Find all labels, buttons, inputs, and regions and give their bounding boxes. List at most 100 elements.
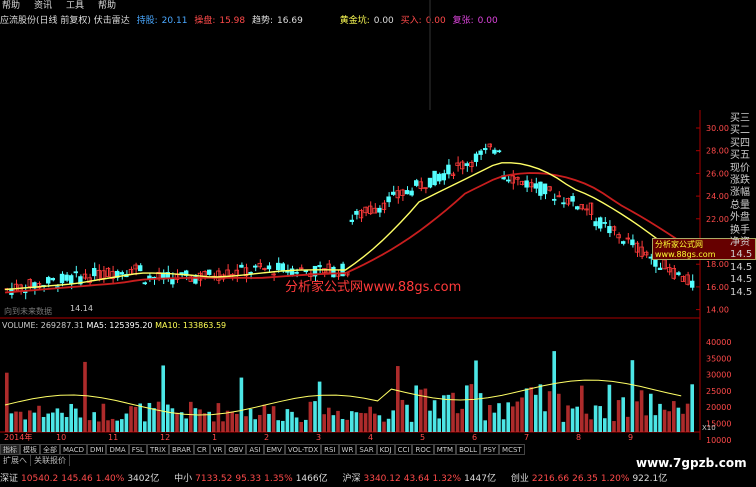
volume-bar <box>294 417 299 432</box>
volume-bar <box>170 408 175 432</box>
ma-yellow-line <box>4 162 687 291</box>
indicator-vol-tdx[interactable]: VOL-TDX <box>284 444 322 455</box>
date-axis-label: 5 <box>420 433 425 442</box>
indicator-boll[interactable]: BOLL <box>456 444 481 455</box>
indicator-cr[interactable]: CR <box>194 444 210 455</box>
volume-bar <box>363 413 368 432</box>
stock-chart[interactable]: 30.0028.0026.0024.0022.0020.0018.0016.00… <box>0 0 756 487</box>
side-item: 涨跌 <box>730 175 750 187</box>
volume-bar <box>685 403 690 432</box>
volume-bar <box>575 406 579 432</box>
volume-bar <box>276 420 280 432</box>
candle-body <box>561 202 566 205</box>
tab-template[interactable]: 模板 <box>20 444 40 455</box>
index3-name[interactable]: 沪深 <box>342 474 360 484</box>
side-price: 14.5 <box>730 274 753 286</box>
indicator-psy[interactable]: PSY <box>480 444 500 455</box>
indicator-vr[interactable]: VR <box>209 444 226 455</box>
index1-amount: 3402亿 <box>127 474 160 484</box>
volume-ma5: MA5: 125395.20 <box>86 321 153 330</box>
volume-bar <box>396 366 400 432</box>
indicator-dmi[interactable]: DMI <box>86 444 107 455</box>
volume-tick-label: 10000 <box>706 436 731 445</box>
volume-bar <box>373 413 377 432</box>
volume-bar <box>32 412 37 432</box>
indicator-obv[interactable]: OBV <box>225 444 247 455</box>
indicator-wr[interactable]: WR <box>338 444 357 455</box>
volume-bar <box>193 408 198 432</box>
indicator-brar[interactable]: BRAR <box>168 444 194 455</box>
candle-body <box>432 170 437 186</box>
indicator-cci[interactable]: CCI <box>394 444 413 455</box>
indicator-sar[interactable]: SAR <box>356 444 377 455</box>
volume-bar <box>64 417 69 432</box>
tab-indicator[interactable]: 指标 <box>0 444 20 455</box>
volume-bar <box>41 416 46 432</box>
indicator-kdj[interactable]: KDJ <box>376 444 395 455</box>
volume-bar <box>635 401 639 432</box>
volume-bar <box>662 409 667 432</box>
indicator-macd[interactable]: MACD <box>60 444 87 455</box>
volume-tick-label: 40000 <box>706 338 731 347</box>
volume-bar <box>60 412 64 432</box>
volume-bar <box>460 408 464 432</box>
date-axis-label: 6 <box>472 433 477 442</box>
volume-bar <box>23 419 27 432</box>
candle-body <box>455 162 460 166</box>
volume-bar <box>451 392 455 432</box>
indicator-rsi[interactable]: RSI <box>321 444 339 455</box>
index2-name[interactable]: 中小 <box>174 474 192 484</box>
price-tick-label: 28.00 <box>706 147 729 156</box>
candle-body <box>436 173 442 182</box>
tab-related-quotes[interactable]: 关联报价 <box>31 455 70 466</box>
side-item: 总量 <box>730 199 750 211</box>
volume-bar <box>120 419 124 432</box>
candle-body <box>482 148 488 151</box>
price-tick-label: 30.00 <box>706 124 729 133</box>
indicator-mcst[interactable]: MCST <box>499 444 525 455</box>
indicator-trix[interactable]: TRIX <box>146 444 169 455</box>
volume-bar <box>386 418 391 432</box>
volume-bar <box>414 385 418 432</box>
volume-bar <box>524 388 529 432</box>
candle-body <box>390 191 396 195</box>
candle-body <box>46 277 51 284</box>
volume-bar <box>216 403 221 432</box>
volume-bar <box>437 418 441 432</box>
indicator-roc[interactable]: ROC <box>412 444 434 455</box>
hint-text: 向到未来数据 <box>4 307 52 316</box>
side-item: 买二 <box>730 125 750 137</box>
volume-bar <box>189 401 193 432</box>
volume-bar <box>598 406 602 432</box>
volume-bar <box>18 411 23 432</box>
index1-name[interactable]: 深证 <box>0 474 18 484</box>
volume-bar <box>299 421 303 432</box>
indicator-fsl[interactable]: FSL <box>128 444 147 455</box>
volume-bar <box>110 418 115 432</box>
candle-body <box>69 275 74 285</box>
candle-body <box>690 280 695 288</box>
volume-bar <box>501 419 506 432</box>
candle-body <box>413 180 419 186</box>
volume-bar <box>350 411 354 432</box>
candle-body <box>446 164 451 175</box>
tab-extension[interactable]: 扩展へ <box>0 455 31 466</box>
volume-bar <box>124 413 129 432</box>
indicator-mtm[interactable]: MTM <box>433 444 457 455</box>
indicator-dma[interactable]: DMA <box>106 444 129 455</box>
index4-name[interactable]: 创业 <box>511 474 529 484</box>
index-ticker-bar: 深证 10540.2 145.46 1.40% 3402亿 中小 7133.52 95.33… <box>0 472 756 487</box>
date-axis-label: 4 <box>368 433 373 442</box>
candle-body <box>427 177 433 188</box>
indicator-emv[interactable]: EMV <box>263 444 285 455</box>
candle-body <box>533 183 538 189</box>
volume-bar <box>212 421 216 432</box>
indicator-asi[interactable]: ASI <box>246 444 264 455</box>
volume-bar <box>400 399 405 432</box>
volume-bar <box>442 395 446 432</box>
tab-all[interactable]: 全部 <box>40 444 60 455</box>
candle-body <box>280 263 285 272</box>
date-axis-label: 7 <box>524 433 529 442</box>
volume-bar <box>474 360 478 432</box>
volume-bar <box>184 418 188 432</box>
